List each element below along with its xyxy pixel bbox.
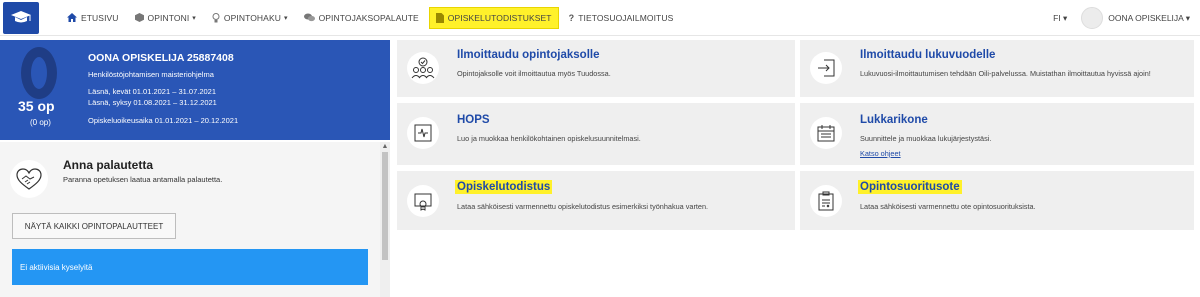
credits-progress-ring	[21, 47, 57, 99]
university-logo[interactable]	[3, 1, 39, 34]
nav-tietosuojailmoitus[interactable]: ? TIETOSUOJAILMOITUS	[563, 7, 680, 29]
handshake-icon	[10, 160, 48, 198]
scrollbar-thumb[interactable]	[382, 152, 388, 260]
card-enroll-year[interactable]: Ilmoittaudu lukuvuodelle Lukuvuosi-ilmoi…	[800, 40, 1194, 97]
calendar-icon	[810, 117, 842, 149]
nav-opintoni[interactable]: OPINTONI ▾	[129, 7, 202, 29]
card-calendar-desc: Suunnittele ja muokkaa lukujärjestystäsi…	[860, 134, 992, 143]
card-transcript[interactable]: Opintosuoritusote Lataa sähköisesti varm…	[800, 171, 1194, 230]
enrollment-term-1: Läsnä, kevät 01.01.2021 – 31.07.2021	[88, 87, 217, 96]
user-menu[interactable]: OONA OPISKELIJA ▾	[1108, 13, 1190, 24]
card-hops-desc: Luo ja muokkaa henkilökohtainen opiskelu…	[457, 134, 641, 143]
card-hops[interactable]: HOPS Luo ja muokkaa henkilökohtainen opi…	[397, 103, 795, 165]
show-all-feedback-button[interactable]: NÄYTÄ KAIKKI OPINTOPALAUTTEET	[12, 213, 176, 239]
card-enroll-year-title: Ilmoittaudu lukuvuodelle	[860, 49, 996, 61]
study-right-period: Opiskeluoikeusaika 01.01.2021 – 20.12.20…	[88, 116, 239, 125]
hops-plan-icon	[407, 117, 439, 149]
feedback-title: Anna palautetta	[63, 158, 154, 172]
document-icon	[435, 12, 444, 23]
sign-in-icon	[810, 52, 842, 84]
card-certificate-title: Opiskelutodistus	[455, 180, 553, 194]
certificate-icon	[407, 185, 439, 217]
cube-icon	[134, 13, 144, 22]
card-transcript-title: Opintosuoritusote	[858, 180, 962, 194]
clipboard-icon	[810, 185, 842, 217]
card-certificate-desc: Lataa sähköisesti varmennettu opiskeluto…	[457, 202, 709, 211]
chat-icon	[303, 13, 315, 22]
graduation-cap-icon	[11, 10, 31, 22]
credits-total: 35 op	[18, 98, 55, 114]
question-icon: ?	[568, 12, 575, 23]
nav-etusivu[interactable]: ETUSIVU	[61, 7, 125, 29]
student-name: OONA OPISKELIJA 25887408	[88, 52, 234, 64]
nav-opiskelutodistukset[interactable]: OPISKELUTODISTUKSET	[428, 6, 559, 29]
calendar-help-link[interactable]: Katso ohjeet	[860, 149, 901, 158]
card-enroll-course[interactable]: Ilmoittaudu opintojaksolle Opintojaksoll…	[397, 40, 795, 97]
home-icon	[67, 13, 77, 22]
study-program: Henkilöstöjohtamisen maisteriohjelma	[88, 70, 214, 79]
nav-opintohaku[interactable]: OPINTOHAKU ▾	[206, 7, 294, 29]
student-profile-card: 35 op (0 op) OONA OPISKELIJA 25887408 He…	[0, 40, 390, 140]
top-navigation: ETUSIVU OPINTONI ▾ OPINTOHAKU ▾ OPINTOJA…	[0, 0, 1200, 36]
card-calendar-title: Lukkarikone	[860, 114, 928, 126]
nav-opintojaksopalaute[interactable]: OPINTOJAKSOPALAUTE	[298, 7, 425, 29]
card-enroll-year-desc: Lukuvuosi-ilmoittautumisen tehdään Oili-…	[860, 69, 1151, 78]
card-enroll-course-desc: Opintojaksolle voit ilmoittautua myös Tu…	[457, 69, 611, 78]
scroll-up-arrow[interactable]: ▲	[381, 143, 389, 150]
no-active-surveys-alert: Ei aktiivisia kyselyitä	[12, 249, 368, 285]
card-hops-title: HOPS	[457, 114, 490, 126]
enrollment-term-2: Läsnä, syksy 01.08.2021 – 31.12.2021	[88, 98, 217, 107]
card-calendar[interactable]: Lukkarikone Suunnittele ja muokkaa lukuj…	[800, 103, 1194, 165]
language-selector[interactable]: FI ▾	[1053, 13, 1067, 24]
feedback-subtitle: Paranna opetuksen laatua antamalla palau…	[63, 175, 223, 184]
bulb-icon	[212, 12, 220, 23]
credits-pending: (0 op)	[30, 118, 51, 127]
card-enroll-course-title: Ilmoittaudu opintojaksolle	[457, 49, 600, 61]
card-transcript-desc: Lataa sähköisesti varmennettu ote opinto…	[860, 202, 1036, 211]
user-avatar[interactable]	[1081, 7, 1104, 29]
people-check-icon	[407, 52, 439, 84]
card-certificate[interactable]: Opiskelutodistus Lataa sähköisesti varme…	[397, 171, 795, 230]
